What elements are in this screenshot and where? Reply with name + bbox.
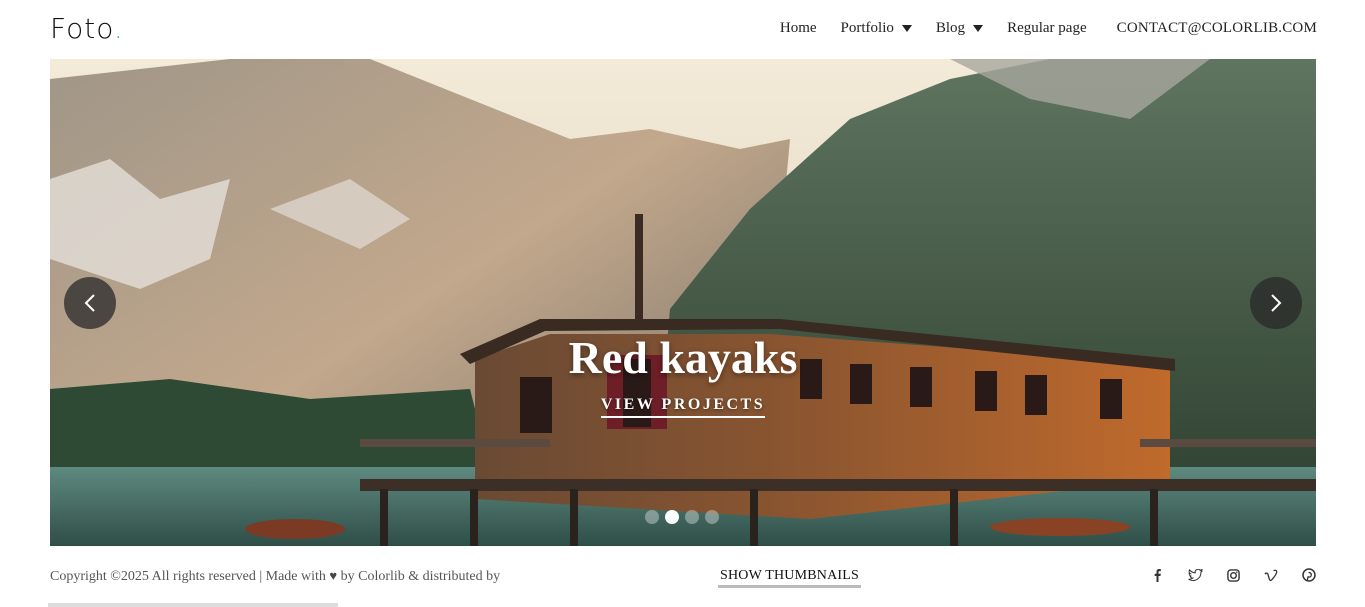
- nav-contact-email[interactable]: CONTACT@COLORLIB.COM: [1117, 20, 1317, 37]
- facebook-icon[interactable]: [1149, 567, 1165, 583]
- hero-image: [50, 59, 1316, 546]
- nav-blog[interactable]: Blog: [935, 20, 984, 37]
- nav-regular-label: Regular page: [1007, 20, 1087, 36]
- nav-portfolio[interactable]: Portfolio: [841, 20, 912, 37]
- hero-title: Red kayaks: [568, 332, 798, 383]
- hero-cta-wrapper: VIEW PROJECTS: [50, 396, 1316, 418]
- logo-dot: .: [113, 12, 124, 45]
- slider-dot[interactable]: [685, 510, 699, 524]
- view-projects-link[interactable]: VIEW PROJECTS: [600, 396, 766, 418]
- nav-contact-label: CONTACT@COLORLIB.COM: [1116, 20, 1317, 36]
- hero-slider: Red kayaks VIEW PROJECTS: [50, 59, 1316, 546]
- slider-dot-active[interactable]: [665, 510, 679, 524]
- social-links: [1149, 567, 1317, 583]
- vimeo-icon[interactable]: [1263, 567, 1279, 583]
- logo-text: Foto: [50, 12, 114, 45]
- chevron-down-icon: [901, 25, 912, 32]
- site-logo[interactable]: Foto.: [50, 12, 124, 45]
- main-nav: Home Portfolio Blog Regular page CONTACT…: [780, 20, 1317, 37]
- chevron-down-icon: [973, 25, 984, 32]
- chevron-right-icon: [1271, 294, 1282, 312]
- nav-blog-label: Blog: [935, 20, 966, 36]
- slider-dot[interactable]: [645, 510, 659, 524]
- footer-scrollbar: [48, 603, 338, 607]
- nav-portfolio-label: Portfolio: [840, 20, 894, 36]
- slider-prev-button[interactable]: [64, 277, 116, 329]
- slider-dot[interactable]: [705, 510, 719, 524]
- copyright-text: Copyright ©2025 All rights reserved | Ma…: [50, 568, 500, 585]
- copyright-right: by Colorlib & distributed by: [340, 569, 501, 584]
- pinterest-icon[interactable]: [1301, 567, 1317, 583]
- heart-icon: ♥: [329, 568, 338, 583]
- show-thumbnails-button[interactable]: SHOW THUMBNAILS: [718, 568, 861, 588]
- slider-next-button[interactable]: [1250, 277, 1302, 329]
- twitter-icon[interactable]: [1187, 567, 1203, 583]
- chevron-left-icon: [84, 294, 95, 312]
- copyright-left: Copyright ©2025 All rights reserved | Ma…: [50, 569, 326, 584]
- slider-pagination: [645, 510, 725, 524]
- nav-home[interactable]: Home: [780, 20, 817, 37]
- nav-regular-page[interactable]: Regular page: [1007, 20, 1087, 37]
- nav-home-label: Home: [779, 20, 817, 36]
- instagram-icon[interactable]: [1225, 567, 1241, 583]
